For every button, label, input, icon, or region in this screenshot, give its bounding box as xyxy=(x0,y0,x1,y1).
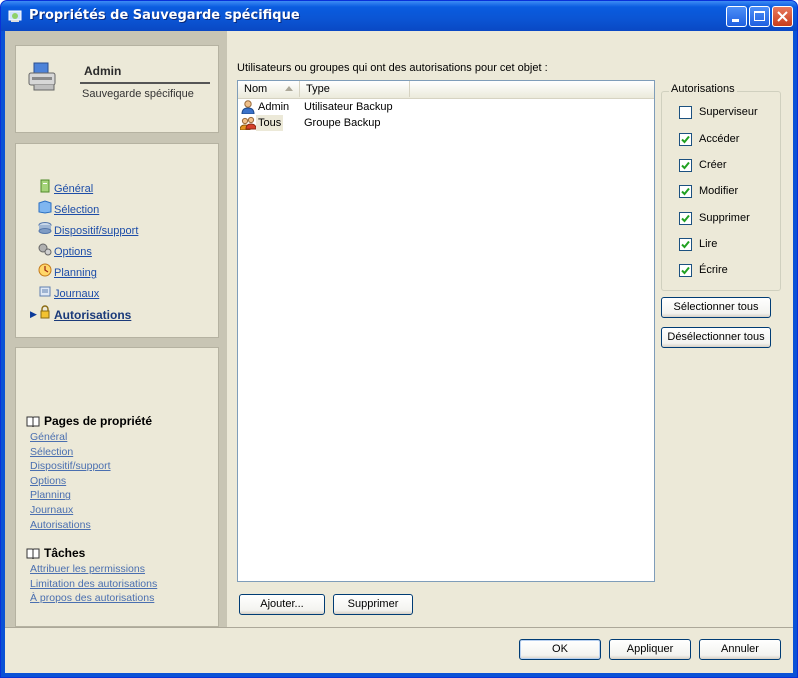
device-icon xyxy=(38,222,52,234)
list-description: Utilisateurs ou groupes qui ont des auto… xyxy=(237,62,548,74)
apply-button[interactable]: Appliquer xyxy=(609,639,691,660)
property-pages-links: Général Sélection Dispositif/support Opt… xyxy=(30,430,111,532)
checkbox-box[interactable] xyxy=(679,133,692,146)
checkbox-label: Accéder xyxy=(699,133,740,145)
deselect-all-button[interactable]: Désélectionner tous xyxy=(661,327,771,348)
users-list[interactable]: Nom Type Admin Utilisateur Backup Tous G… xyxy=(237,80,655,582)
options-icon xyxy=(38,243,52,256)
object-subtitle: Sauvegarde spécifique xyxy=(82,88,194,100)
nav-link-device[interactable]: Dispositif/support xyxy=(54,224,138,238)
select-all-button[interactable]: Sélectionner tous xyxy=(661,297,771,318)
left-task-pane: Admin Sauvegarde spécifique Général Séle… xyxy=(5,31,227,627)
tasks-links: Attribuer les permissions Limitation des… xyxy=(30,562,157,606)
checkbox-box[interactable] xyxy=(679,106,692,119)
property-pages-label: Pages de propriété xyxy=(44,414,153,428)
task-link-assign[interactable]: Attribuer les permissions xyxy=(30,562,157,577)
help-link-selection[interactable]: Sélection xyxy=(30,445,111,460)
maximize-icon xyxy=(754,11,765,21)
checkbox-label: Lire xyxy=(699,238,718,250)
column-header-type[interactable]: Type xyxy=(300,81,410,97)
column-header-name[interactable]: Nom xyxy=(238,81,300,97)
checkmark-icon xyxy=(681,135,690,144)
tasks-title: Tâches xyxy=(26,546,85,560)
checkbox-box[interactable] xyxy=(679,264,692,277)
help-link-device[interactable]: Dispositif/support xyxy=(30,459,111,474)
checkbox-box[interactable] xyxy=(679,159,692,172)
list-header: Nom Type xyxy=(238,81,654,99)
user-icon xyxy=(241,100,255,114)
nav-link-options[interactable]: Options xyxy=(54,245,92,259)
schedule-icon xyxy=(38,263,52,277)
logs-icon xyxy=(39,286,51,297)
backup-job-icon xyxy=(28,62,56,91)
permissions-page: Utilisateurs ou groupes qui ont des auto… xyxy=(227,31,793,627)
lock-icon xyxy=(40,305,50,319)
checkbox-label: Modifier xyxy=(699,185,739,197)
column-type-label: Type xyxy=(306,83,330,95)
checkbox-box[interactable] xyxy=(679,185,692,198)
header-panel: Admin Sauvegarde spécifique xyxy=(15,45,219,133)
navigation-panel: Général Sélection Dispositif/support Opt… xyxy=(15,143,219,338)
nav-link-permissions[interactable]: Autorisations xyxy=(54,308,131,322)
row-type: Groupe Backup xyxy=(304,117,381,129)
minimize-button[interactable] xyxy=(726,6,747,27)
active-arrow-icon: ▶ xyxy=(30,309,37,319)
maximize-button[interactable] xyxy=(749,6,770,27)
checkbox-box[interactable] xyxy=(679,238,692,251)
checkmark-icon xyxy=(681,240,690,249)
object-name: Admin xyxy=(84,64,122,78)
selection-icon xyxy=(38,200,52,214)
group-icon xyxy=(240,116,256,130)
row-name: Admin xyxy=(258,101,290,113)
nav-link-general[interactable]: Général xyxy=(54,182,93,196)
help-link-logs[interactable]: Journaux xyxy=(30,503,111,518)
permissions-group-title: Autorisations xyxy=(669,83,737,95)
checkbox-label: Écrire xyxy=(699,264,728,276)
list-row-tous[interactable]: Tous Groupe Backup xyxy=(238,115,654,131)
nav-link-selection[interactable]: Sélection xyxy=(54,203,99,217)
tasks-label: Tâches xyxy=(44,546,86,560)
dialog-window: Propriétés de Sauvegarde spécifique Admi… xyxy=(0,0,798,678)
help-link-options[interactable]: Options xyxy=(30,474,111,489)
row-type: Utilisateur Backup xyxy=(304,101,393,113)
close-button[interactable] xyxy=(772,6,793,27)
checkbox-label: Supprimer xyxy=(699,212,750,224)
remove-button[interactable]: Supprimer xyxy=(333,594,413,615)
help-panel: Pages de propriété Général Sélection Dis… xyxy=(15,347,219,627)
book-icon xyxy=(26,548,40,559)
backup-app-icon xyxy=(8,10,22,22)
checkbox-label: Créer xyxy=(699,159,727,171)
task-link-limit[interactable]: Limitation des autorisations xyxy=(30,577,157,592)
help-link-schedule[interactable]: Planning xyxy=(30,488,111,503)
help-link-general[interactable]: Général xyxy=(30,430,111,445)
cancel-button[interactable]: Annuler xyxy=(699,639,781,660)
minimize-icon xyxy=(732,19,739,22)
general-icon xyxy=(40,179,50,193)
nav-link-schedule[interactable]: Planning xyxy=(54,266,97,280)
add-button[interactable]: Ajouter... xyxy=(239,594,325,615)
row-name: Tous xyxy=(256,115,284,131)
nav-link-logs[interactable]: Journaux xyxy=(54,287,99,301)
task-link-about[interactable]: À propos des autorisations xyxy=(30,591,157,606)
help-link-permissions[interactable]: Autorisations xyxy=(30,518,111,533)
checkmark-icon xyxy=(681,161,690,170)
column-name-label: Nom xyxy=(244,83,268,95)
window-title: Propriétés de Sauvegarde spécifique xyxy=(29,8,300,23)
list-row-admin[interactable]: Admin Utilisateur Backup xyxy=(238,99,654,115)
title-bar[interactable]: Propriétés de Sauvegarde spécifique xyxy=(1,1,797,31)
dialog-body: Admin Sauvegarde spécifique Général Séle… xyxy=(5,31,793,673)
property-pages-title: Pages de propriété xyxy=(26,414,152,428)
checkmark-icon xyxy=(681,187,690,196)
close-icon xyxy=(777,11,788,22)
checkmark-icon xyxy=(681,266,690,275)
book-icon xyxy=(26,416,40,427)
ok-button[interactable]: OK xyxy=(519,639,601,660)
checkmark-icon xyxy=(681,214,690,223)
footer-divider xyxy=(5,627,793,628)
sort-ascending-icon xyxy=(285,86,293,91)
checkbox-box[interactable] xyxy=(679,212,692,225)
header-divider xyxy=(80,82,210,84)
checkbox-label: Superviseur xyxy=(699,106,758,118)
